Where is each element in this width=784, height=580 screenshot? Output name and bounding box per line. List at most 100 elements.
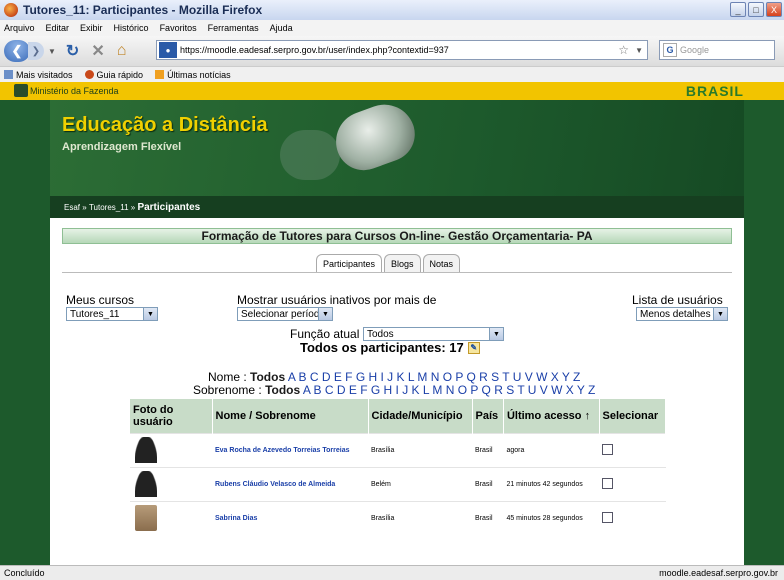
chevron-down-icon[interactable]: ▼ [143,308,157,320]
chevron-down-icon[interactable]: ▼ [713,308,727,320]
menu-editar[interactable]: Editar [46,23,70,33]
close-button[interactable]: X [766,2,782,17]
user-list-label: Lista de usuários [632,293,723,307]
participant-country: Brasil [472,466,504,501]
course-title: Formação de Tutores para Cursos On-line-… [62,228,732,244]
table-header-row: Foto do usuário Nome / Sobrenome Cidade/… [130,399,667,433]
breadcrumb-separator: » [82,202,87,212]
url-text[interactable]: https://moodle.eadesaf.serpro.gov.br/use… [180,45,449,55]
header-city[interactable]: Cidade/Município [368,399,473,433]
menu-ajuda[interactable]: Ajuda [270,23,293,33]
back-button[interactable]: ❮ [4,40,30,62]
user-photo[interactable] [135,505,157,532]
header-last-access[interactable]: Último acesso ↑ [503,399,600,433]
participant-name[interactable]: Sabrina Dias [212,500,368,535]
participant-last-access: 45 minutos 28 segundos [503,500,600,535]
menu-historico[interactable]: Histórico [114,23,149,33]
surname-filter-letters[interactable]: A B C D E F G H I J K L M N O P Q R S T … [303,383,596,397]
bookmark-guia-rapido[interactable]: Guia rápido [84,70,143,80]
surname-filter-label: Sobrenome : [193,383,262,397]
bookmark-star-icon[interactable]: ☆ [618,43,629,57]
name-filter-label: Nome : [208,370,247,384]
table-row: Rubens Cláudio Velasco de Almeida Belém … [130,466,666,501]
menu-bar: Arquivo Editar Exibir Histórico Favorito… [0,20,784,36]
breadcrumb-esaf[interactable]: Esaf [64,203,80,212]
computer-mouse-graphic [327,96,423,178]
photo-cell [130,500,212,535]
name-letter-filter: Nome : Todos A B C D E F G H I J K L M N… [208,370,580,384]
brasil-logo[interactable]: BRASIL [686,83,744,99]
participant-last-access: agora [503,432,600,467]
participant-name[interactable]: Rubens Cláudio Velasco de Almeida [212,466,368,501]
edit-icon[interactable]: ✎ [467,341,480,354]
site-identity-icon[interactable]: ● [159,42,177,58]
history-dropdown-icon[interactable]: ▼ [48,47,56,56]
reload-button[interactable]: ↻ [66,41,79,61]
participant-country: Brasil [472,500,504,535]
ministry-label[interactable]: Ministério da Fazenda [30,86,119,96]
home-button[interactable]: ⌂ [117,42,127,60]
breadcrumb-current: Participantes [137,201,201,213]
participant-name[interactable]: Eva Rocha de Azevedo Torreias Torreias [212,432,368,467]
stop-button[interactable]: ✕ [91,41,104,61]
url-bar[interactable]: ● https://moodle.eadesaf.serpro.gov.br/u… [156,40,648,60]
my-courses-label: Meus cursos [66,293,135,307]
chevron-down-icon[interactable]: ▼ [489,328,503,340]
right-margin [744,100,784,565]
window-titlebar[interactable]: Tutores_11: Participantes - Mozilla Fire… [0,0,784,20]
photo-cell [130,432,212,467]
hand-graphic [280,130,340,180]
participant-city: Brasília [368,432,472,467]
government-bar: Ministério da Fazenda BRASIL [0,82,784,100]
url-dropdown-icon[interactable]: ▼ [635,46,643,55]
inactive-period-select[interactable]: Selecionar período ▼ [237,307,333,321]
header-name[interactable]: Nome / Sobrenome [212,399,369,433]
banner-subtitle: Aprendizagem Flexível [62,141,182,153]
select-checkbox[interactable] [602,511,614,523]
breadcrumb: Esaf » Tutores_11 » Participantes [50,196,744,218]
minimize-button[interactable]: _ [730,2,746,17]
my-courses-value: Tutores_11 [70,308,120,320]
chevron-down-icon[interactable]: ▼ [318,308,332,320]
menu-favoritos[interactable]: Favoritos [160,23,197,33]
site-banner: Educação a Distância Aprendizagem Flexív… [50,96,744,196]
role-value: Todos [367,328,394,340]
name-filter-all: Todos [250,370,286,384]
tab-participantes[interactable]: Participantes [316,254,383,272]
window-controls: _ □ X [730,2,782,17]
role-select[interactable]: Todos ▼ [363,327,504,341]
default-avatar[interactable] [135,437,157,463]
participant-country: Brasil [472,432,504,467]
menu-arquivo[interactable]: Arquivo [4,23,35,33]
rss-feed-icon [155,70,165,79]
status-host: moodle.eadesaf.serpro.gov.br [659,568,778,578]
tab-notas[interactable]: Notas [422,254,461,272]
bookmark-ultimas-noticias[interactable]: Últimas notícias [155,70,231,80]
search-box[interactable]: G Google [659,40,775,60]
forward-button[interactable]: ❯ [28,42,44,60]
folder-icon [4,70,13,79]
left-margin [0,100,50,565]
menu-ferramentas[interactable]: Ferramentas [208,23,259,33]
bookmark-mais-visitados[interactable]: Mais visitados [4,70,73,80]
breadcrumb-course[interactable]: Tutores_11 [89,203,129,212]
user-list-select[interactable]: Menos detalhes ▼ [636,307,728,321]
maximize-button[interactable]: □ [748,2,764,17]
navigation-toolbar: ❮ ❯ ▼ ↻ ✕ ⌂ ● https://moodle.eadesaf.ser… [0,36,784,66]
role-label: Função atual [290,327,360,341]
inactive-period-value: Selecionar período [241,308,325,320]
name-filter-letters[interactable]: A B C D E F G H I J K L M N O P Q R S T … [288,370,581,384]
search-placeholder[interactable]: Google [680,45,709,55]
menu-exibir[interactable]: Exibir [80,23,103,33]
header-country[interactable]: País [472,399,504,433]
coat-of-arms-icon [14,84,28,97]
default-avatar[interactable] [135,471,157,497]
tab-blogs[interactable]: Blogs [384,254,421,272]
select-checkbox[interactable] [602,443,614,455]
status-bar: Concluído moodle.eadesaf.serpro.gov.br [0,565,784,580]
table-row: Sabrina Dias Brasília Brasil 45 minutos … [130,500,666,535]
select-checkbox[interactable] [602,477,614,489]
my-courses-select[interactable]: Tutores_11 ▼ [66,307,158,321]
google-engine-icon[interactable]: G [663,43,677,57]
participants-panel: Formação de Tutores para Cursos On-line-… [50,218,744,565]
